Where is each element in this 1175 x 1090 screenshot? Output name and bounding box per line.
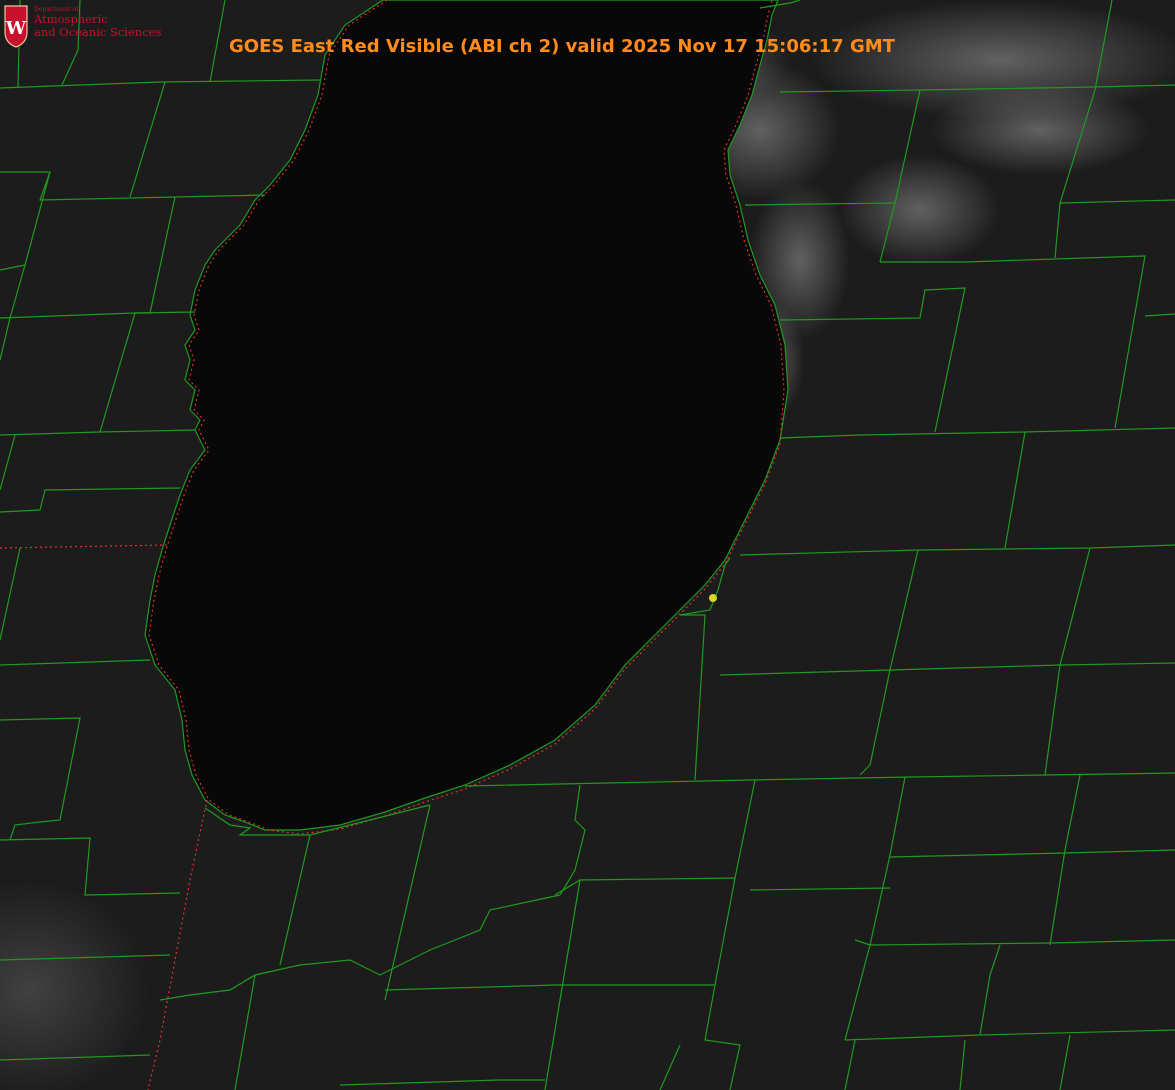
image-title: GOES East Red Visible (ABI ch 2) valid 2… [229, 36, 895, 57]
logo-line1: Atmospheric [34, 12, 108, 27]
satellite-map: W [0, 0, 1175, 1090]
location-marker [709, 594, 717, 602]
logo-line2: and Oceanic Sciences [34, 24, 162, 39]
aos-logo: Department of Atmospheric and Oceanic Sc… [0, 0, 162, 48]
